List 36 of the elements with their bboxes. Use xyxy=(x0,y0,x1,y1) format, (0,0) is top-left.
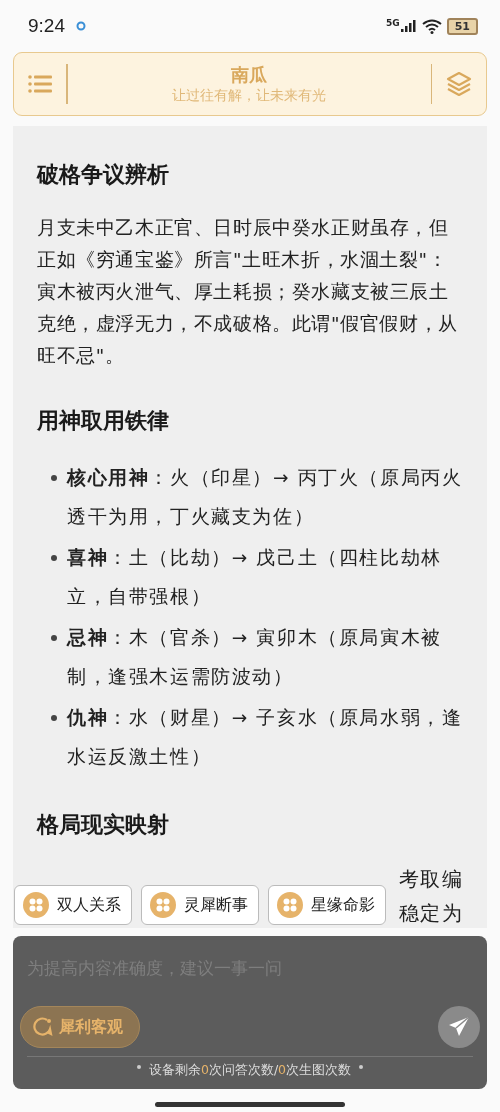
section-heading: 格局现实映射 xyxy=(37,811,170,839)
quick-chip[interactable]: 灵犀断事 xyxy=(141,885,259,925)
bullet-dot xyxy=(51,555,57,561)
bullet-text: 忌神：木（官杀）→ 寅卯木（原局寅木被制，逢强木运需防波动） xyxy=(67,626,443,689)
battery-icon: 51 xyxy=(446,17,478,35)
bullet-dot xyxy=(51,635,57,641)
app-title: 南瓜 xyxy=(231,63,267,87)
dot-mark xyxy=(136,1064,141,1069)
clover-icon xyxy=(150,892,176,918)
paragraph: 月支未中乙木正官、日时辰中癸水正财虽存，但正如《穷通宝鉴》所言"土旺木折，水涸土裂"：寅木被丙火泄气、厚土耗损；癸水藏支被三辰土克绝，虚浮无力，不成破格。此谓"假官假财，从旺不忌"。 xyxy=(37,216,459,368)
send-icon xyxy=(448,1016,470,1038)
status-time: 9:24 xyxy=(28,15,65,37)
bullet-text: 核心用神：火（印星）→ 丙丁火（原局丙火透干为用，丁火藏支为佐） xyxy=(67,466,463,529)
app-subtitle: 让过往有解，让未来有光 xyxy=(172,87,326,105)
dot-mark xyxy=(359,1064,364,1069)
bullet-dot xyxy=(51,475,57,481)
menu-icon[interactable] xyxy=(28,74,52,94)
bullet-text: 喜神：土（比劫）→ 戊己土（四柱比劫林立，自带强根） xyxy=(67,546,443,609)
wifi-icon xyxy=(421,18,442,34)
bullet-text: 仇神：水（财星）→ 子亥水（原局水弱，逢水运反激土性） xyxy=(67,706,463,769)
sync-icon xyxy=(76,21,86,31)
partial-text: 稳定为 xyxy=(398,900,463,927)
signal-icon xyxy=(400,20,417,32)
section-heading: 用神取用铁律 xyxy=(37,407,170,435)
partial-text: 考取编 xyxy=(398,866,463,893)
layers-icon[interactable] xyxy=(446,71,472,97)
quick-chip[interactable]: 双人关系 xyxy=(14,885,132,925)
network-label: 5G xyxy=(386,18,400,28)
chat-icon xyxy=(33,1017,53,1037)
section-heading: 破格争议辨析 xyxy=(37,161,170,189)
bullet-dot xyxy=(51,715,57,721)
send-button[interactable] xyxy=(438,1006,480,1048)
quick-chip[interactable]: 星缘命影 xyxy=(268,885,386,925)
clover-icon xyxy=(277,892,303,918)
quota-text: 设备剩余0次问答次数/0次生图次数 xyxy=(148,1062,352,1079)
clover-icon xyxy=(23,892,49,918)
